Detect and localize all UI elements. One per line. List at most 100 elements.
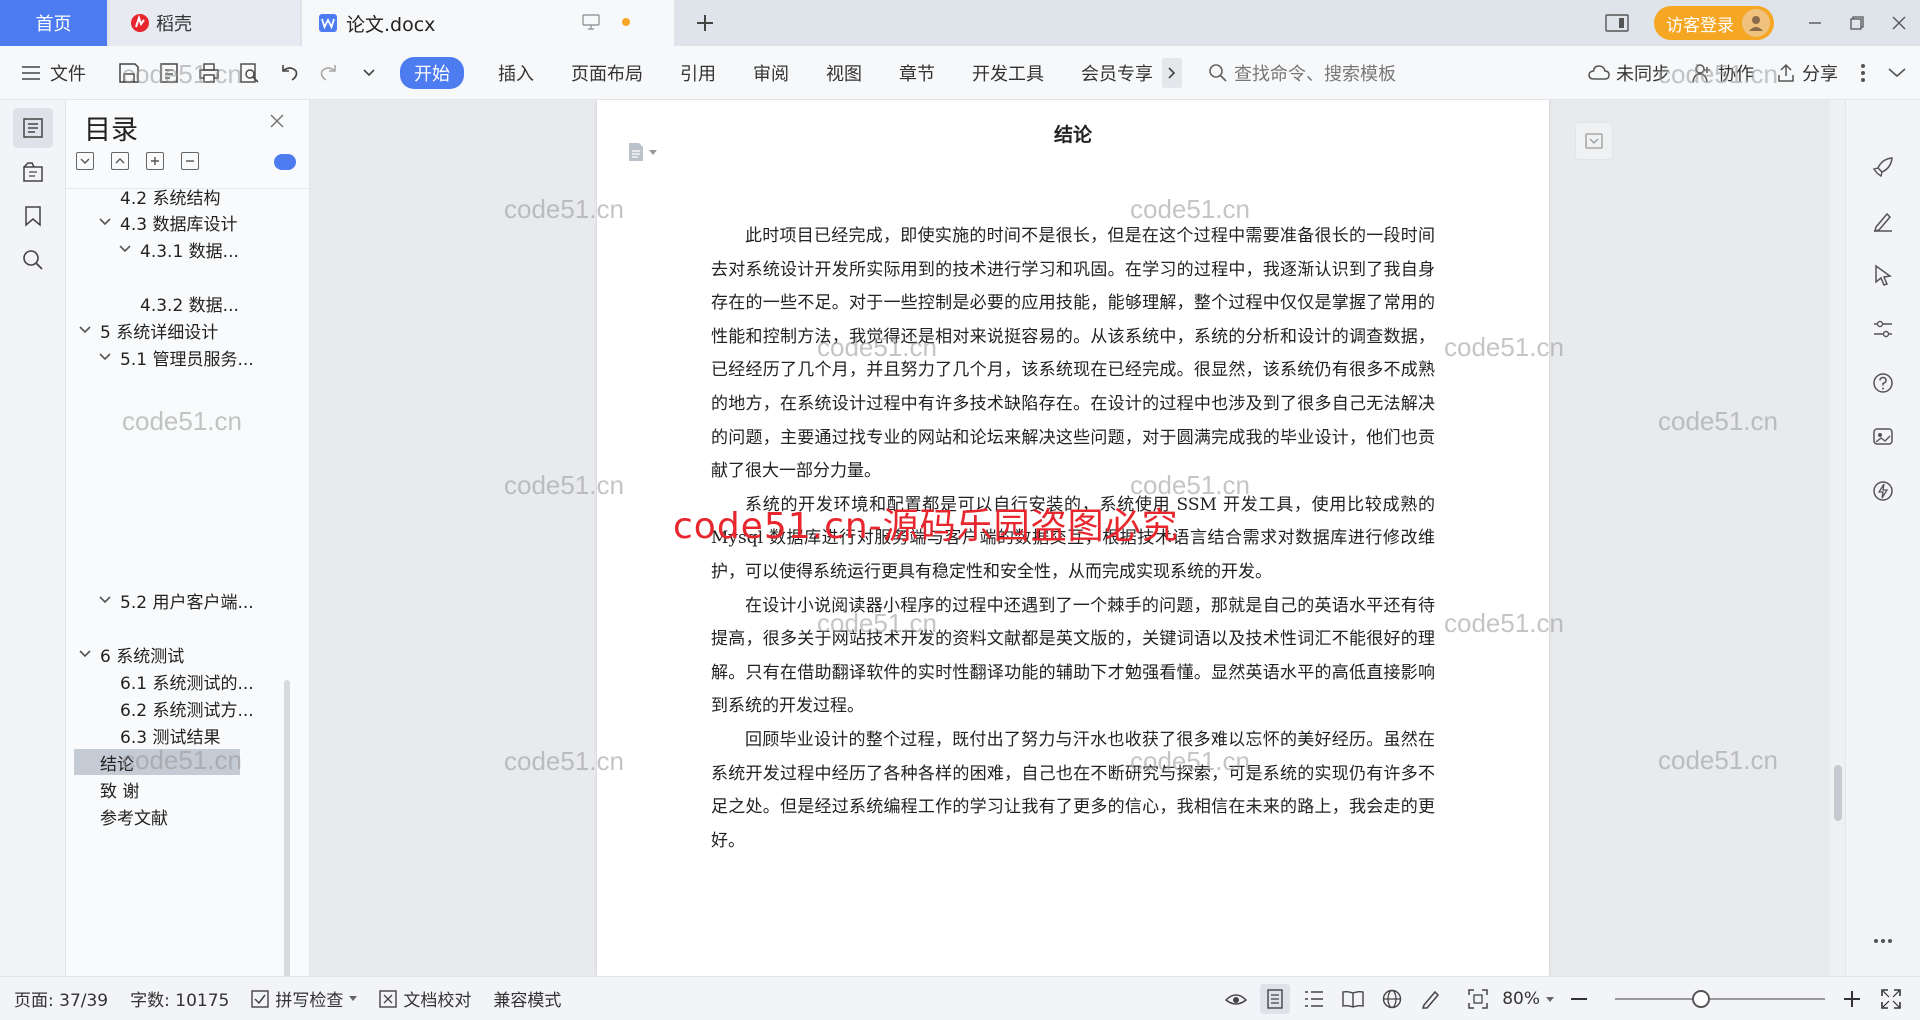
toc-scrollbar[interactable] <box>284 680 290 976</box>
status-bar: 页面: 37/39 字数: 10175 拼写检查 文档校对 兼容模式 80% <box>0 976 1920 1020</box>
toc-item[interactable]: 致 谢 <box>66 776 296 802</box>
file-menu-button[interactable]: 文件 <box>0 60 110 86</box>
left-nav-strip <box>0 100 66 976</box>
close-window-icon[interactable] <box>1878 0 1920 46</box>
tab-developer[interactable]: 开发工具 <box>972 60 1044 86</box>
expand-all-icon[interactable] <box>76 152 94 170</box>
tab-chapter[interactable]: 章节 <box>899 60 935 86</box>
toc-item[interactable]: 4.2 系统结构 <box>66 189 296 209</box>
zoom-in-icon[interactable] <box>1837 984 1867 1014</box>
tab-page-layout[interactable]: 页面布局 <box>571 60 643 86</box>
lightning-icon[interactable] <box>1868 476 1898 506</box>
page-view-icon[interactable] <box>1260 984 1291 1014</box>
more-horizontal-icon[interactable] <box>1868 926 1898 956</box>
ribbon-tabs: 开始 插入 页面布局 引用 审阅 视图 章节 开发工具 会员专享 <box>400 56 1182 89</box>
tab-daoke[interactable]: 稻壳 <box>110 0 300 46</box>
save-icon[interactable] <box>116 60 142 86</box>
rocket-icon[interactable] <box>1868 152 1898 182</box>
outline-view-icon[interactable] <box>1299 984 1329 1014</box>
page-count[interactable]: 页面: 37/39 <box>14 986 108 1011</box>
screen-icon[interactable] <box>582 14 600 30</box>
toc-item[interactable]: 4.3.2 数据... <box>66 290 296 316</box>
tab-view[interactable]: 视图 <box>826 60 862 86</box>
sync-status-button[interactable]: 未同步 <box>1588 60 1670 86</box>
image-tool-icon[interactable] <box>1868 422 1898 452</box>
tab-review[interactable]: 审阅 <box>753 60 789 86</box>
toc-item[interactable]: 5.1 管理员服务... <box>66 344 296 370</box>
vertical-scrollbar[interactable] <box>1830 100 1845 976</box>
minimize-icon[interactable] <box>1794 0 1836 46</box>
more-tabs-icon[interactable] <box>1162 57 1182 88</box>
command-search-input[interactable]: 查找命令、搜索模板 <box>1208 60 1548 86</box>
scrollbar-thumb[interactable] <box>1834 765 1842 821</box>
fit-page-icon[interactable] <box>1463 984 1493 1014</box>
tab-member[interactable]: 会员专享 <box>1081 60 1153 86</box>
chevron-down-icon[interactable] <box>94 596 116 604</box>
toc-item[interactable]: 4.3.1 数据... <box>66 236 296 262</box>
web-view-icon[interactable] <box>1377 984 1407 1014</box>
remove-heading-icon[interactable] <box>181 152 199 170</box>
share-button[interactable]: 分享 <box>1776 60 1838 86</box>
toc-item[interactable]: 5 系统详细设计 <box>66 317 296 343</box>
toc-item-label: 6.1 系统测试的... <box>120 673 254 694</box>
toc-item[interactable]: 6 系统测试 <box>66 641 296 667</box>
zoom-out-icon[interactable] <box>1564 984 1594 1014</box>
undo-icon[interactable] <box>276 60 302 86</box>
toc-panel-icon[interactable] <box>13 108 53 148</box>
tab-home[interactable]: 首页 <box>0 0 107 46</box>
collapse-all-icon[interactable] <box>111 152 129 170</box>
toc-sync-toggle[interactable] <box>274 154 296 170</box>
print-preview-icon[interactable] <box>236 60 262 86</box>
fullscreen-icon[interactable] <box>1876 984 1906 1014</box>
filter-icon[interactable] <box>1575 122 1613 160</box>
restore-icon[interactable] <box>1836 0 1878 46</box>
print-icon[interactable] <box>196 60 222 86</box>
toc-item[interactable]: 5.2 用户客户端... <box>66 587 296 613</box>
help-icon[interactable] <box>1868 368 1898 398</box>
collapse-ribbon-icon[interactable] <box>1888 68 1906 78</box>
zoom-level-button[interactable]: 80% <box>1502 989 1554 1009</box>
bookmark-icon[interactable] <box>13 196 53 236</box>
zoom-slider-knob[interactable] <box>1692 990 1710 1008</box>
toc-item[interactable]: 6.3 测试结果 <box>66 722 296 748</box>
chevron-down-icon[interactable] <box>94 218 116 226</box>
collaborate-button[interactable]: 协作 <box>1692 60 1754 86</box>
pen-icon[interactable] <box>1868 206 1898 236</box>
tab-start[interactable]: 开始 <box>400 56 464 89</box>
redo-icon[interactable] <box>316 60 342 86</box>
new-tab-button[interactable] <box>690 8 720 38</box>
close-icon[interactable] <box>270 114 284 128</box>
navigation-pane-icon[interactable] <box>13 152 53 192</box>
toc-item[interactable]: 6.1 系统测试的... <box>66 668 296 694</box>
guest-login-button[interactable]: 访客登录 <box>1654 6 1774 40</box>
word-count[interactable]: 字数: 10175 <box>130 986 229 1011</box>
find-icon[interactable] <box>13 240 53 280</box>
quick-access-dropdown-icon[interactable] <box>356 60 382 86</box>
spellcheck-button[interactable]: 拼写检查 <box>251 986 358 1011</box>
cursor-icon[interactable] <box>1868 260 1898 290</box>
spellcheck-icon <box>251 989 270 1008</box>
more-options-icon[interactable] <box>1860 63 1866 83</box>
toc-item[interactable]: 参考文献 <box>66 803 296 829</box>
document-page[interactable]: 结论 此时项目已经完成，即使实施的时间不是很长，但是在这个过程中需要准备很长的一… <box>597 100 1549 976</box>
eye-protection-icon[interactable] <box>1221 984 1251 1014</box>
chevron-down-icon[interactable] <box>94 353 116 361</box>
reading-view-icon[interactable] <box>1338 984 1368 1014</box>
tab-insert[interactable]: 插入 <box>498 60 534 86</box>
layout-icon[interactable] <box>1596 0 1638 46</box>
unsaved-dot <box>622 18 630 26</box>
write-mode-icon[interactable] <box>1416 984 1446 1014</box>
tab-document[interactable]: 论文.docx <box>302 0 674 46</box>
chevron-down-icon[interactable] <box>74 326 96 334</box>
toc-item[interactable]: 6.2 系统测试方... <box>66 695 296 721</box>
proofread-button[interactable]: 文档校对 <box>379 986 471 1011</box>
adjust-icon[interactable] <box>1868 314 1898 344</box>
add-heading-icon[interactable] <box>146 152 164 170</box>
toc-item[interactable]: 4.3 数据库设计 <box>66 209 296 235</box>
zoom-slider[interactable] <box>1615 990 1825 1008</box>
toc-item[interactable]: 结论 <box>74 749 240 775</box>
chevron-down-icon[interactable] <box>114 245 136 253</box>
tab-references[interactable]: 引用 <box>680 60 716 86</box>
export-pdf-icon[interactable] <box>156 60 182 86</box>
chevron-down-icon[interactable] <box>74 650 96 658</box>
